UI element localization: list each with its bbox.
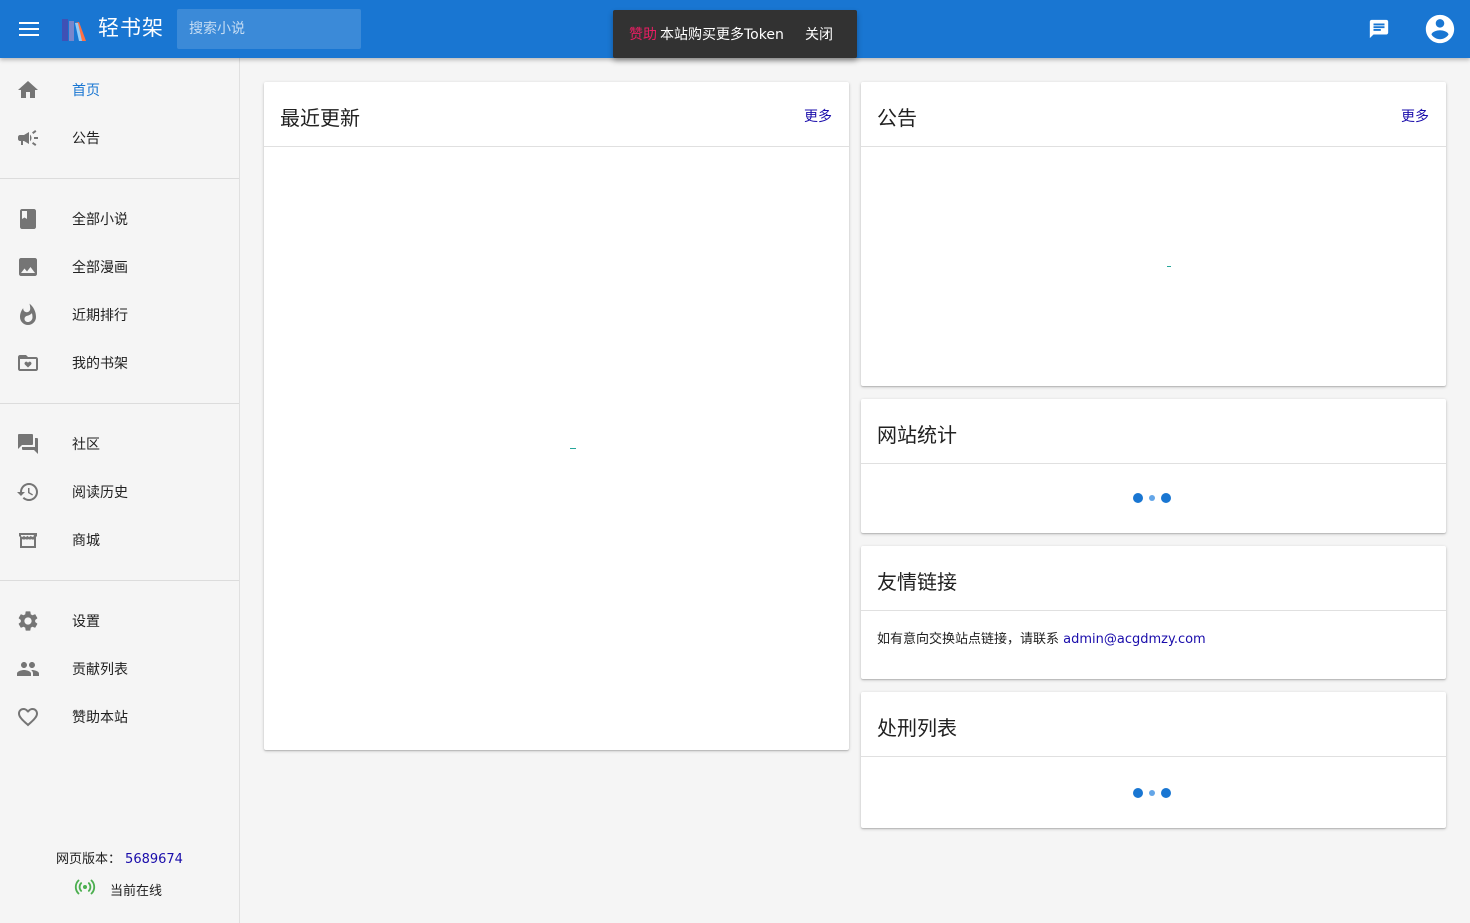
version-label: 网页版本： — [56, 852, 122, 867]
penalty-list-card: 处刑列表 — [861, 692, 1446, 828]
heart-icon — [16, 705, 40, 729]
megaphone-icon — [16, 126, 40, 150]
sidebar-item-label: 近期排行 — [72, 308, 128, 324]
snackbar-sponsor-link[interactable]: 赞助 — [629, 24, 657, 44]
sidebar-item-store[interactable]: 商城 — [0, 516, 239, 564]
card-title: 处刑列表 — [877, 716, 957, 740]
online-label: 当前在线 — [110, 883, 163, 899]
sidebar-item-label: 公告 — [72, 131, 100, 147]
menu-icon[interactable] — [14, 14, 44, 44]
sidebar-item-label: 我的书架 — [72, 356, 128, 372]
recent-more-link[interactable]: 更多 — [804, 106, 832, 126]
card-divider — [861, 146, 1446, 147]
sidebar-item-label: 商城 — [72, 533, 100, 549]
sidebar-divider — [0, 403, 239, 404]
loading-indicator — [570, 448, 576, 449]
sidebar-item-all-novels[interactable]: 全部小说 — [0, 195, 239, 243]
sidebar-item-home[interactable]: 首页 — [0, 66, 239, 114]
card-divider — [264, 146, 849, 147]
friend-links-text: 如有意向交换站点链接，请联系 admin@acgdmzy.com — [877, 628, 1206, 647]
gear-icon — [16, 609, 40, 633]
sidebar-item-contributors[interactable]: 贡献列表 — [0, 645, 239, 693]
card-title: 网站统计 — [877, 423, 957, 447]
store-icon — [16, 528, 40, 552]
online-status: 当前在线 — [74, 876, 162, 902]
signal-icon — [74, 876, 96, 902]
card-title: 友情链接 — [877, 570, 957, 594]
search-input[interactable] — [177, 9, 361, 49]
sidebar-item-label: 贡献列表 — [72, 662, 128, 678]
sidebar-item-label: 全部漫画 — [72, 260, 128, 276]
message-icon[interactable] — [1364, 14, 1394, 44]
sidebar-item-label: 阅读历史 — [72, 485, 128, 501]
sidebar-item-reading-history[interactable]: 阅读历史 — [0, 468, 239, 516]
home-icon — [16, 78, 40, 102]
announcements-card: 公告 更多 — [861, 82, 1446, 386]
book-icon — [16, 207, 40, 231]
sidebar-item-label: 全部小说 — [72, 212, 128, 228]
sidebar-item-my-bookshelf[interactable]: 我的书架 — [0, 339, 239, 387]
friend-links-note: 如有意向交换站点链接，请联系 — [877, 632, 1064, 647]
version-number[interactable]: 5689674 — [125, 852, 183, 867]
sidebar-divider — [0, 178, 239, 179]
card-divider — [861, 610, 1446, 611]
card-title: 最近更新 — [280, 106, 360, 130]
sidebar-item-community[interactable]: 社区 — [0, 420, 239, 468]
site-stats-card: 网站统计 — [861, 399, 1446, 533]
sidebar-item-announcements[interactable]: 公告 — [0, 114, 239, 162]
sidebar-item-label: 社区 — [72, 437, 100, 453]
logo-icon[interactable] — [60, 15, 88, 43]
sidebar-item-rankings[interactable]: 近期排行 — [0, 291, 239, 339]
loading-indicator — [1167, 266, 1171, 267]
sidebar-divider — [0, 580, 239, 581]
version-info: 网页版本： 5689674 — [0, 848, 239, 867]
sidebar-item-label: 首页 — [72, 83, 100, 99]
brand-title[interactable]: 轻书架 — [98, 14, 164, 42]
sidebar-item-all-comics[interactable]: 全部漫画 — [0, 243, 239, 291]
sidebar: 首页 公告 全部小说 全部漫画 近期排行 我的书架 社区 阅读历史 商城 设置 — [0, 58, 240, 923]
sidebar-item-settings[interactable]: 设置 — [0, 597, 239, 645]
loading-dots — [1133, 493, 1171, 503]
card-divider — [861, 756, 1446, 757]
people-icon — [16, 657, 40, 681]
card-divider — [861, 463, 1446, 464]
snackbar-message: 本站购买更多Token — [660, 27, 784, 43]
account-icon[interactable] — [1422, 11, 1458, 47]
folder-heart-icon — [16, 351, 40, 375]
snackbar: 赞助 本站购买更多Token 关闭 — [613, 10, 857, 58]
friend-links-card: 友情链接 如有意向交换站点链接，请联系 admin@acgdmzy.com — [861, 546, 1446, 679]
card-title: 公告 — [877, 106, 917, 130]
sidebar-item-label: 设置 — [72, 614, 100, 630]
forum-icon — [16, 432, 40, 456]
sidebar-item-label: 赞助本站 — [72, 710, 128, 726]
announcements-more-link[interactable]: 更多 — [1401, 106, 1429, 126]
loading-dots — [1133, 788, 1171, 798]
sidebar-item-sponsor[interactable]: 赞助本站 — [0, 693, 239, 741]
snackbar-close-button[interactable]: 关闭 — [805, 24, 833, 44]
contact-email-link[interactable]: admin@acgdmzy.com — [1063, 632, 1206, 647]
history-icon — [16, 480, 40, 504]
fire-icon — [16, 303, 40, 327]
image-icon — [16, 255, 40, 279]
recent-updates-card: 最近更新 更多 — [264, 82, 849, 750]
